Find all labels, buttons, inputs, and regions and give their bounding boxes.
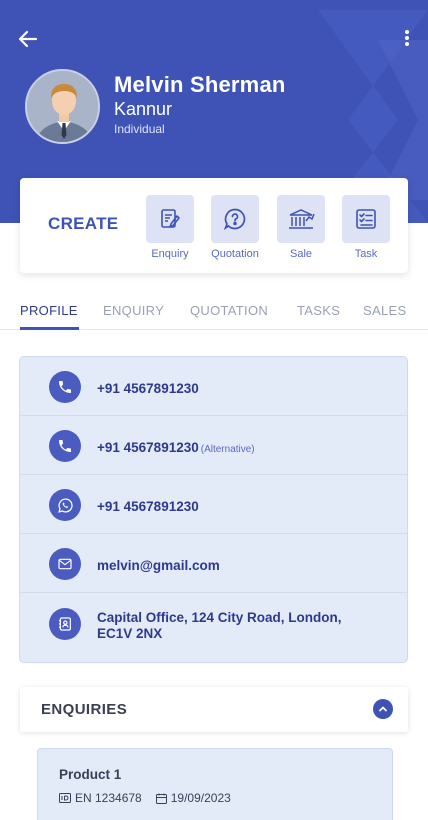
create-quick-actions-card: CREATE Enquiry Quotation Sale Task (20, 178, 408, 273)
enquiries-section-header[interactable]: ENQUIRIES (20, 687, 408, 732)
mail-icon (49, 548, 81, 580)
question-icon (211, 195, 259, 243)
tab-sales[interactable]: SALES (363, 303, 406, 318)
enquiry-product-name: Product 1 (59, 767, 122, 782)
profile-tabs: PROFILE ENQUIRY QUOTATION TASKS SALES (0, 300, 428, 330)
customer-type: Individual (114, 122, 165, 136)
customer-city: Kannur (114, 99, 173, 119)
tab-enquiry[interactable]: ENQUIRY (103, 303, 164, 318)
avatar (25, 69, 100, 144)
create-enquiry-label: Enquiry (151, 248, 189, 260)
enquiry-date: 19/09/2023 (170, 791, 231, 805)
tab-profile[interactable]: PROFILE (20, 303, 78, 318)
customer-name: Melvin Sherman (114, 72, 286, 97)
contact-address: Capital Office, 124 City Road, London, E… (97, 610, 342, 641)
enquiry-item[interactable]: Product 1 EN 1234678 19/09/2023 (37, 748, 393, 820)
tab-quotation[interactable]: QUOTATION (190, 303, 268, 318)
phone-icon (49, 430, 81, 462)
contact-row-address[interactable]: Capital Office, 124 City Road, London, E… (20, 593, 407, 662)
enquiry-id: EN 1234678 (75, 791, 142, 805)
enquiry-icon (146, 195, 194, 243)
alternative-note: (Alternative) (200, 444, 255, 455)
create-quotation-label: Quotation (211, 248, 259, 260)
enquiry-meta: EN 1234678 19/09/2023 (59, 791, 245, 805)
address-book-icon (49, 608, 81, 640)
calendar-icon (155, 793, 167, 804)
whatsapp-icon (49, 489, 81, 521)
contact-row-alternative-phone[interactable]: +91 4567891230 (Alternative) (20, 416, 407, 475)
create-enquiry-button[interactable]: Enquiry (140, 195, 200, 260)
create-quotation-button[interactable]: Quotation (205, 195, 265, 260)
alternative-phone-value: +91 4567891230 (97, 440, 199, 455)
create-label: CREATE (48, 214, 119, 233)
create-task-label: Task (354, 248, 378, 260)
create-sale-button[interactable]: Sale (271, 195, 331, 260)
phone-icon (49, 371, 81, 403)
active-tab-indicator (20, 327, 79, 330)
create-task-button[interactable]: Task (336, 195, 396, 260)
contact-row-whatsapp[interactable]: +91 4567891230 (20, 475, 407, 534)
id-card-icon (59, 793, 71, 803)
tab-tasks[interactable]: TASKS (297, 303, 340, 318)
contact-alternative-phone: +91 4567891230 (Alternative) (97, 440, 255, 455)
bank-chart-icon (277, 195, 325, 243)
back-arrow-icon[interactable] (16, 27, 40, 51)
contact-row-phone[interactable]: +91 4567891230 (20, 357, 407, 416)
contact-whatsapp: +91 4567891230 (97, 499, 199, 514)
create-sale-label: Sale (289, 248, 313, 260)
contact-details-card: +91 4567891230 +91 4567891230 (Alternativ… (19, 356, 408, 663)
contact-row-email[interactable]: melvin@gmail.com (20, 534, 407, 593)
enquiries-title: ENQUIRIES (41, 701, 128, 718)
checklist-icon (342, 195, 390, 243)
more-vertical-icon[interactable] (392, 28, 412, 48)
contact-email: melvin@gmail.com (97, 558, 220, 573)
contact-phone: +91 4567891230 (97, 381, 199, 396)
chevron-up-icon[interactable] (373, 699, 393, 719)
